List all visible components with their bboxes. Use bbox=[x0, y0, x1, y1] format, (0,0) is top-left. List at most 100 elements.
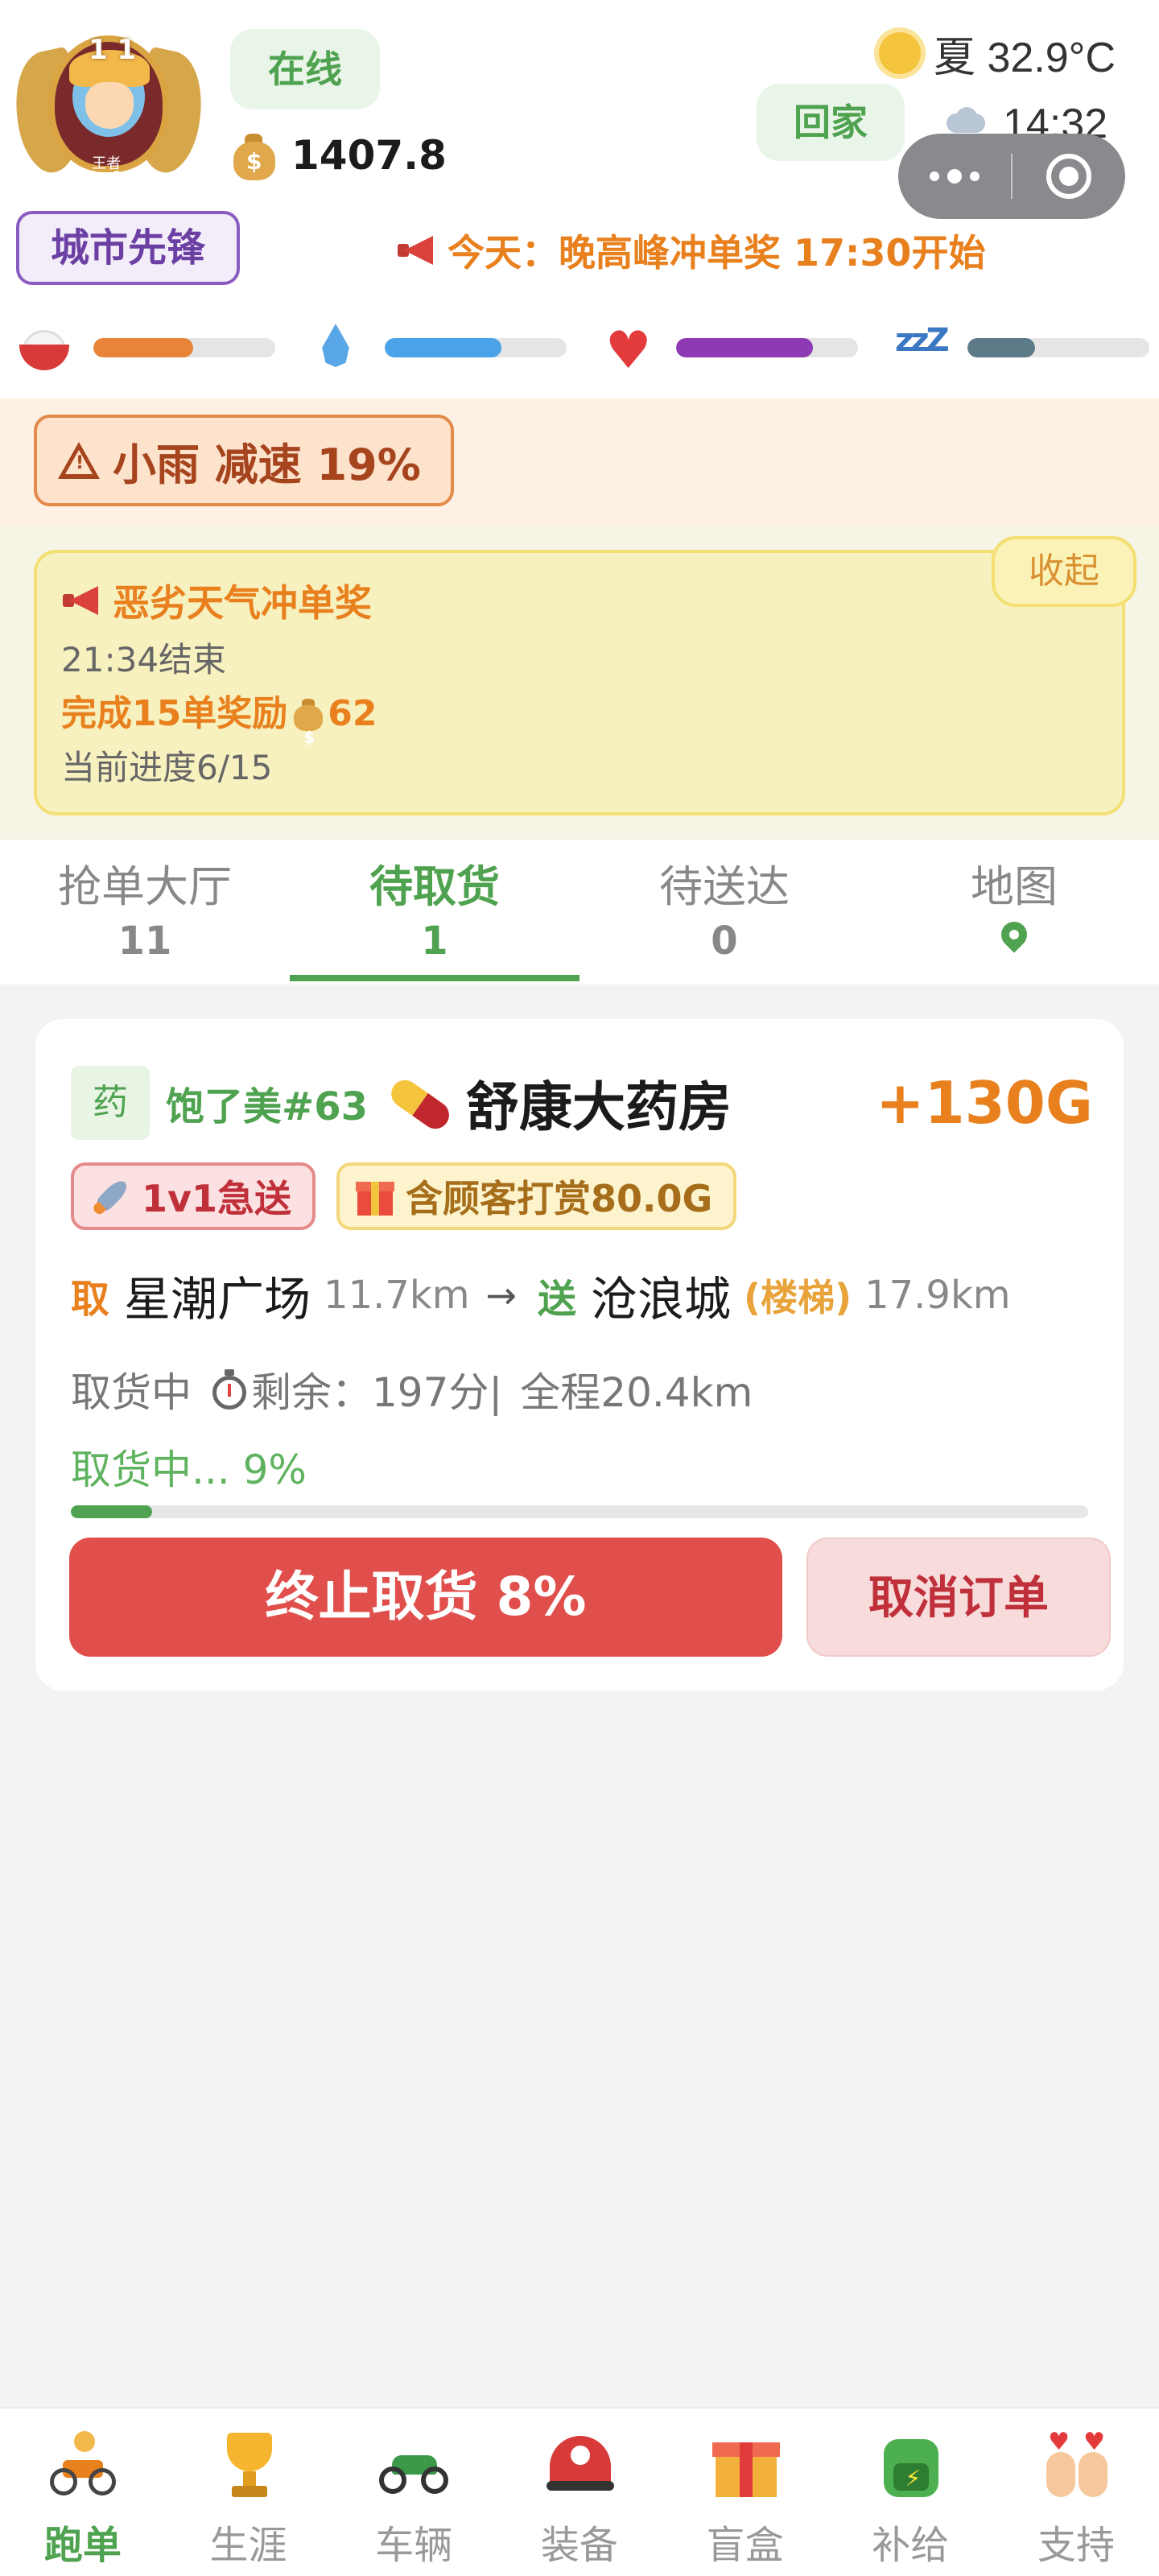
trophy-icon bbox=[212, 2428, 285, 2500]
nav-blind-box[interactable]: 盲盒 bbox=[662, 2409, 828, 2576]
pickup-progress-label: 取货中... 9% bbox=[71, 1447, 307, 1493]
tip-tag-text: 含顾客打赏80.0G bbox=[406, 1177, 713, 1220]
warning-icon: ! bbox=[58, 442, 100, 479]
route-row: 取 星潮广场 11.7km → 送 沧浪城 (楼梯) 17.9km bbox=[71, 1259, 1027, 1331]
nav-label: 支持 bbox=[1037, 2523, 1115, 2568]
medicine-pill-icon bbox=[382, 1068, 456, 1137]
time-remaining: 剩余：197分| bbox=[251, 1369, 503, 1416]
nav-equipment[interactable]: 装备 bbox=[497, 2409, 662, 2576]
thirst-bar bbox=[385, 338, 567, 357]
nav-label: 补给 bbox=[872, 2523, 950, 2568]
announcement-bar[interactable]: 今天：晚高峰冲单奖 17:30开始 bbox=[396, 222, 985, 279]
sleep-icon: zzZ bbox=[895, 322, 950, 359]
tip-tag: 含顾客打赏80.0G bbox=[336, 1162, 737, 1230]
heart-hands-icon: ♥ ♥ bbox=[1040, 2428, 1112, 2500]
stop-pickup-button[interactable]: 终止取货 8% bbox=[69, 1538, 782, 1657]
coin-amount: 1407.8 bbox=[291, 132, 447, 179]
event-title: 恶劣天气冲单奖 bbox=[113, 581, 372, 625]
nav-supply[interactable]: ⚡ 补给 bbox=[827, 2409, 993, 2576]
hunger-bar-fill bbox=[93, 338, 194, 357]
express-tag-text: 1v1急送 bbox=[142, 1177, 291, 1220]
gift-box-icon bbox=[709, 2428, 782, 2500]
pickup-distance: 11.7km bbox=[324, 1273, 470, 1318]
pickup-progress-bar bbox=[71, 1505, 1088, 1518]
cancel-order-button[interactable]: 取消订单 bbox=[806, 1538, 1111, 1657]
stopwatch-icon bbox=[211, 1369, 248, 1410]
event-reward-text: 完成15单奖励 bbox=[61, 693, 288, 734]
thirst-bar-fill bbox=[385, 338, 501, 357]
heart-icon: ♥ bbox=[605, 321, 652, 381]
go-home-button[interactable]: 回家 bbox=[757, 84, 905, 161]
coin-balance: $ 1407.8 bbox=[230, 127, 447, 184]
money-bag-icon: $ bbox=[292, 696, 324, 747]
slowdown-badge: ! 小雨 减速 19% bbox=[34, 415, 454, 506]
order-status-row: 取货中 剩余：197分| 全程20.4km bbox=[71, 1357, 753, 1422]
helmet-icon bbox=[543, 2428, 616, 2500]
tab-label: 待送达 bbox=[659, 861, 790, 912]
weather-season: 夏 32.9°C bbox=[879, 23, 1145, 84]
event-reward-value: 62 bbox=[328, 693, 377, 734]
weather-bonus-event-card: 恶劣天气冲单奖 21:34结束 完成15单奖励 $ 62 当前进度6/15 bbox=[34, 550, 1125, 815]
nav-label: 装备 bbox=[540, 2523, 618, 2568]
megaphone-icon bbox=[396, 234, 436, 266]
nav-career[interactable]: 生涯 bbox=[166, 2409, 332, 2576]
tab-order-hall[interactable]: 抢单大厅 11 bbox=[0, 840, 290, 985]
tab-count: 1 bbox=[421, 919, 448, 964]
nav-vehicle[interactable]: 车辆 bbox=[331, 2409, 497, 2576]
gift-icon bbox=[356, 1177, 394, 1216]
dropoff-label: 送 bbox=[538, 1277, 577, 1322]
rank-avatar[interactable]: 1 1 王者 Lv.8 bbox=[4, 19, 213, 196]
order-tags: 1v1急送 含顾客打赏80.0G bbox=[71, 1162, 737, 1232]
courier-bike-icon bbox=[47, 2428, 119, 2500]
nav-label: 车辆 bbox=[375, 2523, 453, 2568]
tab-label: 地图 bbox=[971, 861, 1058, 912]
event-section: 恶劣天气冲单奖 21:34结束 完成15单奖励 $ 62 当前进度6/15 bbox=[0, 526, 1159, 840]
tab-map[interactable]: 地图 bbox=[869, 840, 1159, 985]
order-tabs: 抢单大厅 11 待取货 1 待送达 0 地图 bbox=[0, 840, 1159, 985]
tab-label: 待取货 bbox=[369, 861, 500, 912]
pickup-location: 星潮广场 bbox=[124, 1272, 311, 1327]
order-type-tag: 药 bbox=[71, 1066, 150, 1140]
rice-bowl-icon bbox=[16, 320, 72, 372]
energy-bar-fill bbox=[967, 338, 1035, 357]
online-status-badge[interactable]: 在线 bbox=[230, 29, 380, 109]
nav-label: 盲盒 bbox=[706, 2523, 784, 2568]
event-end-time: 21:34结束 bbox=[61, 640, 227, 679]
announcement-text: 今天：晚高峰冲单奖 17:30开始 bbox=[448, 231, 986, 275]
stat-thirst bbox=[307, 314, 581, 378]
miniprogram-capsule bbox=[898, 134, 1125, 219]
hunger-bar bbox=[93, 338, 275, 357]
event-progress: 当前进度6/15 bbox=[61, 748, 273, 787]
nav-support[interactable]: ♥ ♥ 支持 bbox=[993, 2409, 1159, 2576]
stat-health: ♥ bbox=[599, 314, 872, 378]
more-menu-icon[interactable] bbox=[898, 134, 1011, 219]
dropoff-note: (楼梯) bbox=[744, 1276, 852, 1319]
pickup-label: 取 bbox=[71, 1277, 110, 1322]
avatar-face bbox=[85, 82, 134, 129]
health-bar-fill bbox=[676, 338, 813, 357]
stat-hunger bbox=[16, 314, 290, 378]
nav-run-orders[interactable]: 跑单 bbox=[0, 2409, 166, 2576]
order-number: 饱了美#63 bbox=[166, 1084, 369, 1129]
dropoff-location: 沧浪城 bbox=[591, 1272, 732, 1327]
pickup-progress-fill bbox=[71, 1505, 153, 1518]
order-header: 药 饱了美#63 舒康大药房 +130G bbox=[71, 1063, 1093, 1143]
backpack-icon: ⚡ bbox=[874, 2428, 947, 2500]
rank-label: 王者 Lv.8 bbox=[92, 157, 122, 185]
collapse-button[interactable]: 收起 bbox=[992, 536, 1136, 607]
tab-to-pickup[interactable]: 待取货 1 bbox=[290, 840, 580, 985]
energy-bar bbox=[967, 338, 1149, 357]
tab-count: 11 bbox=[118, 919, 172, 964]
player-title-badge[interactable]: 城市先锋 bbox=[16, 211, 240, 285]
motorbike-icon bbox=[377, 2428, 450, 2500]
megaphone-icon bbox=[61, 584, 101, 617]
player-stats: ♥ zzZ bbox=[16, 314, 1159, 378]
total-distance: 全程20.4km bbox=[520, 1369, 753, 1416]
rank-tier: Lv.8 bbox=[92, 168, 122, 185]
nav-label: 跑单 bbox=[43, 2523, 122, 2568]
money-bag-icon: $ bbox=[230, 129, 277, 182]
stat-energy: zzZ bbox=[890, 314, 1159, 378]
tab-to-deliver[interactable]: 待送达 0 bbox=[580, 840, 869, 985]
close-miniprogram-icon[interactable] bbox=[1013, 134, 1125, 219]
bottom-nav: 跑单 生涯 车辆 装备 盲盒 ⚡ 补给 ♥ ♥ 支持 bbox=[0, 2407, 1159, 2576]
